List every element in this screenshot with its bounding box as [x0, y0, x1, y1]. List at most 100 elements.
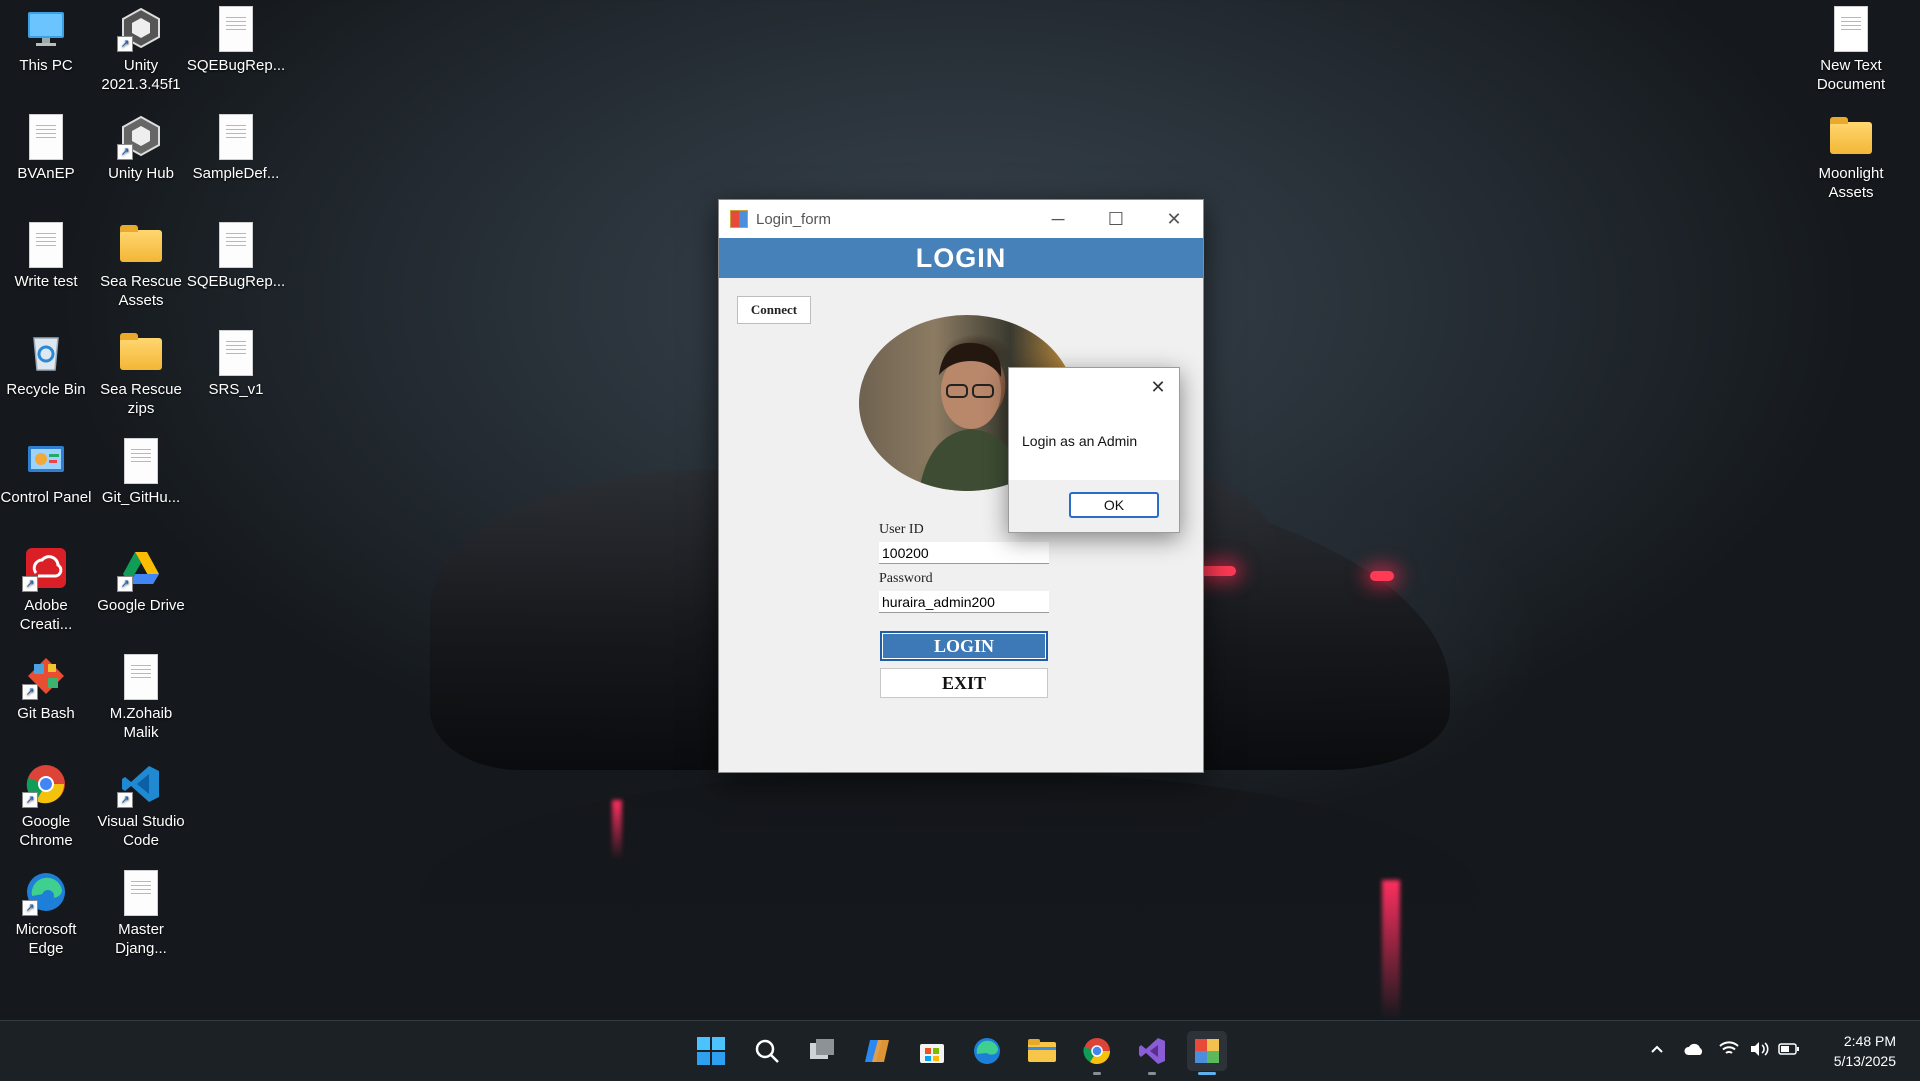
desktop-icon-master-django[interactable]: Master Djang... [95, 870, 187, 958]
desktop-icon-git-bash[interactable]: ↗ Git Bash [0, 654, 92, 723]
store-icon [920, 1044, 944, 1063]
desktop-icon-write-test[interactable]: Write test [0, 222, 92, 291]
file-explorer-button[interactable] [1022, 1031, 1062, 1071]
maximize-button[interactable]: ☐ [1087, 200, 1145, 238]
shortcut-arrow-icon: ↗ [22, 900, 38, 916]
onedrive-cloud-icon[interactable] [1674, 1041, 1714, 1062]
desktop-icon-label: Write test [14, 273, 78, 290]
document-icon [119, 438, 163, 484]
desktop-icon-google-chrome[interactable]: ↗ Google Chrome [0, 762, 92, 850]
wallpaper-reflection-glow [1382, 880, 1400, 1020]
dialog-close-button[interactable]: ✕ [1145, 374, 1171, 400]
adobe-cc-icon: ↗ [22, 546, 68, 592]
show-hidden-icons-chevron-up-icon[interactable] [1640, 1041, 1674, 1062]
desktop-icon-label: Google Chrome [19, 813, 73, 849]
edge-taskbar-button[interactable] [967, 1031, 1007, 1071]
wallpaper-reflection-glow [612, 800, 622, 860]
exit-button[interactable]: EXIT [880, 668, 1048, 698]
close-icon: ✕ [1166, 208, 1182, 229]
desktop-icon-sqebugrep-1[interactable]: SQEBugRep... [187, 6, 285, 75]
desktop-icon-label: Control Panel [0, 489, 92, 506]
desktop-icon-git-github[interactable]: Git_GitHu... [95, 438, 187, 507]
desktop-icon-google-drive[interactable]: ↗ Google Drive [95, 546, 187, 615]
visual-studio-button[interactable] [1132, 1031, 1172, 1075]
chrome-taskbar-button[interactable] [1077, 1031, 1117, 1075]
document-icon [214, 114, 258, 160]
desktop-icon-control-panel[interactable]: Control Panel [0, 438, 92, 507]
minimize-button[interactable]: ─ [1029, 200, 1087, 238]
desktop-icon-label: Moonlight Assets [1818, 165, 1884, 201]
monitor-icon [24, 6, 68, 50]
car-reflection [420, 770, 1480, 1020]
desktop-icon-new-text-document[interactable]: New Text Document [1805, 6, 1897, 94]
shortcut-arrow-icon: ↗ [117, 792, 133, 808]
desktop-icon-mzohaib-malik[interactable]: M.Zohaib Malik [95, 654, 187, 742]
shortcut-arrow-icon: ↗ [117, 576, 133, 592]
wifi-icon[interactable] [1714, 1040, 1744, 1062]
desktop-icon-sea-rescue-zips[interactable]: Sea Rescue zips [95, 330, 187, 418]
login-form-app-icon [1195, 1039, 1219, 1063]
chrome-icon [1083, 1038, 1111, 1065]
copilot-button[interactable] [857, 1031, 897, 1071]
desktop-icon-microsoft-edge[interactable]: ↗ Microsoft Edge [0, 870, 92, 958]
close-button[interactable]: ✕ [1145, 200, 1203, 238]
shortcut-arrow-icon: ↗ [22, 792, 38, 808]
desktop-icon-label: Git_GitHu... [101, 489, 181, 506]
desktop-icon-srs-v1[interactable]: SRS_v1 [190, 330, 282, 399]
maximize-icon: ☐ [1107, 208, 1125, 229]
desktop-icon-label: BVAnEP [17, 165, 75, 182]
search-button[interactable] [747, 1031, 787, 1071]
desktop-icon-label: Git Bash [17, 705, 75, 722]
document-icon [214, 330, 258, 376]
start-button[interactable] [691, 1031, 731, 1071]
password-label: Password [879, 571, 933, 586]
document-icon [119, 870, 163, 916]
app-icon [730, 210, 748, 228]
password-input[interactable]: huraira_admin200 [879, 591, 1049, 613]
visual-studio-icon [1139, 1038, 1165, 1064]
clock[interactable]: 2:48 PM 5/13/2025 [1834, 1031, 1896, 1071]
desktop-icon-sea-rescue-assets[interactable]: Sea Rescue Assets [95, 222, 187, 310]
desktop-icon-unity-2021[interactable]: ↗ Unity 2021.3.45f1 [95, 6, 187, 94]
desktop-icon-adobe-creative-cloud[interactable]: ↗ Adobe Creati... [0, 546, 92, 634]
microsoft-store-button[interactable] [912, 1031, 952, 1071]
user-id-input[interactable]: 100200 [879, 542, 1049, 564]
recycle-bin-icon [24, 330, 68, 374]
login-button[interactable]: LOGIN [880, 631, 1048, 661]
connect-button[interactable]: Connect [737, 296, 811, 324]
ok-button[interactable]: OK [1069, 492, 1159, 518]
desktop-icon-sampledef[interactable]: SampleDef... [190, 114, 282, 183]
folder-icon [1829, 114, 1873, 158]
clock-time: 2:48 PM [1843, 1033, 1896, 1049]
desktop-icon-this-pc[interactable]: This PC [0, 6, 92, 75]
desktop-icon-label: SampleDef... [192, 165, 280, 182]
desktop-icon-label: Unity Hub [108, 165, 174, 182]
desktop-icon-vscode[interactable]: ↗ Visual Studio Code [95, 762, 187, 850]
desktop-icon-bvanep[interactable]: BVAnEP [0, 114, 92, 183]
search-icon [755, 1039, 779, 1063]
desktop-icon-label: Sea Rescue Assets [100, 273, 182, 309]
wallpaper-taillight [1370, 571, 1394, 581]
message-dialog: ✕ Login as an Admin OK [1008, 367, 1180, 533]
shortcut-arrow-icon: ↗ [117, 144, 133, 160]
desktop-icon-label: Recycle Bin [6, 381, 86, 398]
task-view-button[interactable] [802, 1031, 842, 1071]
desktop-icon-unity-hub[interactable]: ↗ Unity Hub [95, 114, 187, 183]
user-id-label: User ID [879, 522, 924, 537]
volume-icon[interactable] [1744, 1041, 1774, 1062]
desktop-icon-label: Adobe Creati... [19, 597, 73, 633]
document-icon [24, 114, 68, 160]
dialog-message: Login as an Admin [1022, 433, 1138, 449]
window-title: Login_form [756, 210, 832, 228]
vscode-icon: ↗ [117, 762, 163, 808]
battery-icon[interactable] [1774, 1042, 1804, 1061]
desktop-icon-moonlight-assets[interactable]: Moonlight Assets [1805, 114, 1897, 202]
system-tray [1640, 1021, 1804, 1081]
login-form-taskbar-button[interactable] [1187, 1031, 1227, 1075]
desktop-icon-sqebugrep-2[interactable]: SQEBugRep... [187, 222, 285, 291]
title-bar[interactable]: Login_form ─ ☐ ✕ [719, 200, 1203, 238]
desktop-icon-label: M.Zohaib Malik [109, 705, 173, 741]
desktop-icon-recycle-bin[interactable]: Recycle Bin [0, 330, 92, 399]
taskbar: 2:48 PM 5/13/2025 [0, 1020, 1920, 1081]
desktop-icon-label: Google Drive [97, 597, 185, 614]
